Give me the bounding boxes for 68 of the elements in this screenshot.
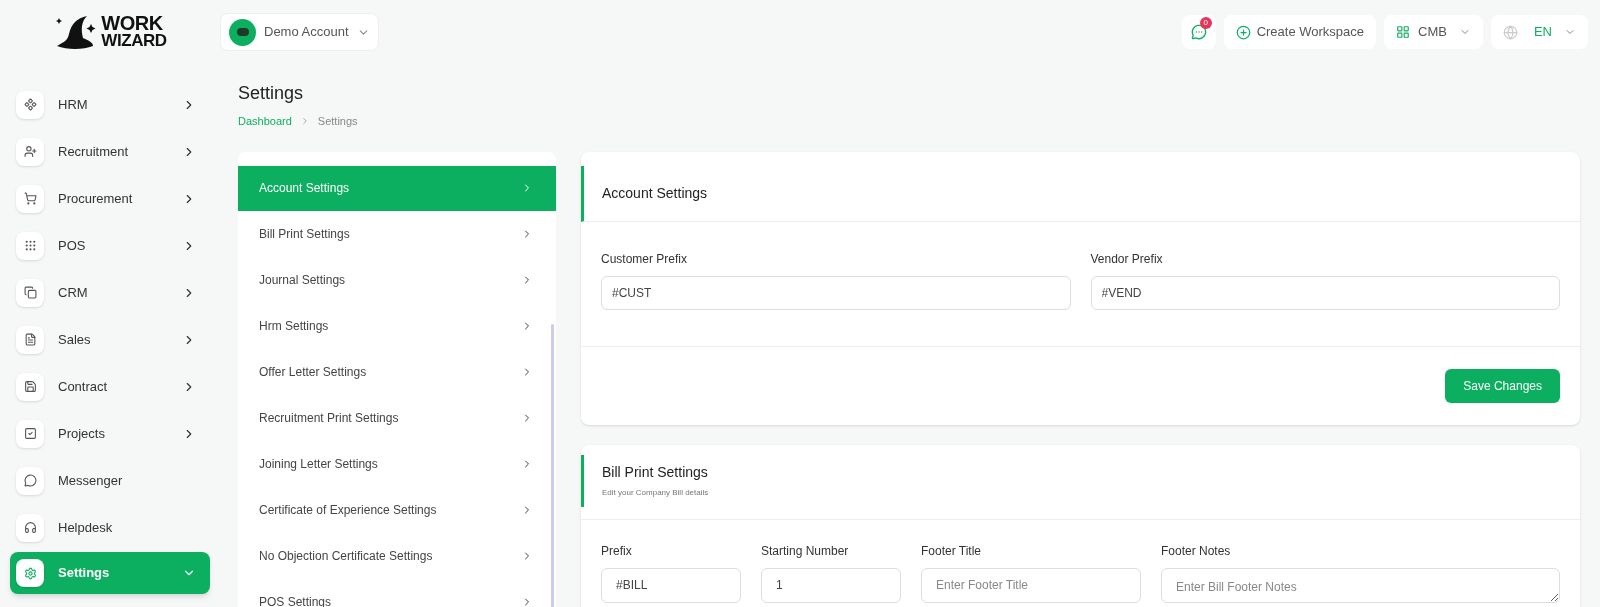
account-switcher[interactable]: Demo Account <box>220 13 379 51</box>
sidebar-label: Settings <box>58 564 111 583</box>
sidebar-item[interactable]: HRM <box>10 82 210 127</box>
field-label: Customer Prefix <box>601 250 689 268</box>
chat-bubble-icon <box>23 474 37 487</box>
settings-icon <box>23 566 37 580</box>
sidebar-label: Contract <box>58 377 109 396</box>
chat-icon <box>1190 24 1207 40</box>
breadcrumb-current: Settings <box>317 114 358 129</box>
create-workspace-button[interactable]: Create Workspace <box>1223 15 1377 49</box>
field-label: Footer Notes <box>1161 542 1232 560</box>
field-label: Vendor Prefix <box>1090 250 1164 268</box>
sidebar-label: Messenger <box>58 471 124 490</box>
settings-menu-item[interactable]: Bill Print Settings <box>238 210 556 257</box>
sidebar-label: Helpdesk <box>58 518 114 537</box>
copy-icon <box>23 286 37 299</box>
globe-icon <box>1502 24 1518 40</box>
dots-grid-icon <box>23 239 37 252</box>
input-field[interactable]: 1 <box>761 567 901 603</box>
card-subtitle: Edit your Company Bill details <box>602 487 710 499</box>
settings-menu-item[interactable]: Hrm Settings <box>238 302 556 349</box>
settings-menu-item[interactable]: Certificate of Experience Settings <box>238 486 556 533</box>
input-field[interactable]: #BILL <box>601 567 741 603</box>
sidebar-item[interactable]: Projects <box>10 411 210 456</box>
settings-menu-item[interactable]: Recruitment Print Settings <box>238 394 556 441</box>
sidebar-item[interactable]: Contract <box>10 364 210 409</box>
sidebar-item[interactable]: Recruitment <box>10 129 210 174</box>
sidebar-item[interactable]: Sales <box>10 317 210 362</box>
sidebar-item[interactable]: Procurement <box>10 176 210 221</box>
plus-circle-icon <box>1235 24 1251 40</box>
document-icon <box>23 333 37 346</box>
settings-menu-item[interactable]: Offer Letter Settings <box>238 348 556 395</box>
user-plus-icon <box>23 145 37 158</box>
settings-menu-item[interactable]: Journal Settings <box>238 256 556 303</box>
sidebar-label: Projects <box>58 424 106 443</box>
sidebar-label: CRM <box>58 283 89 302</box>
field-label: Footer Title <box>921 542 983 560</box>
notification-badge: 0 <box>1199 17 1212 29</box>
sidebar-item[interactable]: Messenger <box>10 458 210 503</box>
checkbox-icon <box>23 427 37 440</box>
card-title: Bill Print Settings <box>602 463 709 482</box>
sidebar-item[interactable]: POS <box>10 223 210 268</box>
settings-menu-item[interactable]: Joining Letter Settings <box>238 440 556 487</box>
sidebar-item[interactable]: CRM <box>10 270 210 315</box>
textarea-field[interactable]: Enter Bill Footer Notes <box>1161 567 1560 603</box>
grid-icon <box>1396 25 1411 39</box>
input-field[interactable]: #VEND <box>1090 275 1560 310</box>
field-label: Prefix <box>601 542 633 560</box>
field-label: Starting Number <box>761 542 850 560</box>
page-title: Settings <box>238 82 305 105</box>
logo-text: WIZARD <box>101 32 167 50</box>
input-field[interactable]: #CUST <box>601 275 1071 310</box>
headphones-icon <box>23 521 37 534</box>
card-title: Account Settings <box>602 183 708 203</box>
sidebar-label: Sales <box>58 330 92 349</box>
account-avatar-icon <box>229 18 256 46</box>
settings-menu-item[interactable]: No Objection Certificate Settings <box>238 532 556 579</box>
workspace-dropdown[interactable]: CMB <box>1384 15 1483 49</box>
cart-icon <box>23 192 37 205</box>
logo-text: WORK <box>101 14 164 32</box>
input-field[interactable]: Enter Footer Title <box>921 567 1141 603</box>
sidebar-label: HRM <box>58 95 89 114</box>
sidebar-label: Recruitment <box>58 142 130 161</box>
scrollbar-thumb[interactable] <box>551 323 554 607</box>
sidebar-item[interactable]: Helpdesk <box>10 505 210 550</box>
messages-button[interactable]: 0 <box>1181 15 1216 49</box>
sidebar-label: POS <box>58 236 87 255</box>
sidebar-label: Procurement <box>58 189 134 208</box>
